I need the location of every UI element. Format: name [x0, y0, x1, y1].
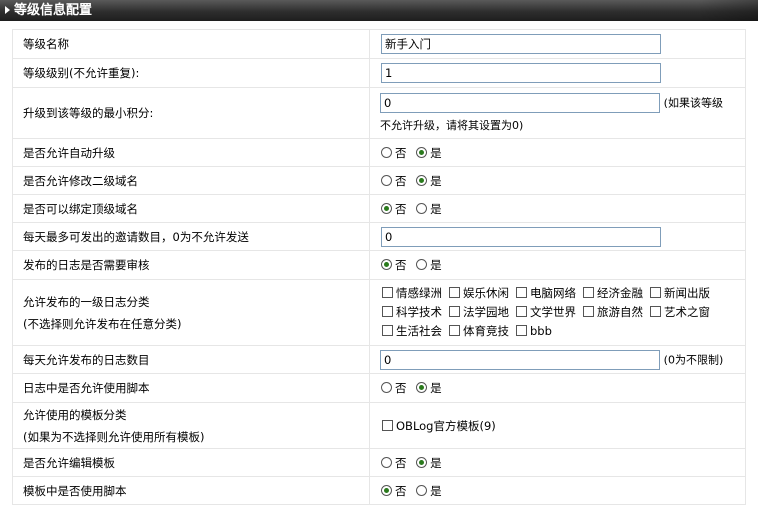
label-edit-template: 是否允许编辑模板 [12, 448, 370, 477]
log-review-no-radio[interactable]: 否 [381, 257, 407, 273]
row-log-categories: 允许发布的一级日志分类 (不选择则允许发布在任意分类) 情感绿洲 娱乐休闲 电脑网络… [12, 279, 746, 346]
daily-logs-input[interactable] [380, 349, 660, 370]
category-checkbox[interactable]: 经济金融 [583, 284, 643, 303]
modify-subdomain-no-radio[interactable]: 否 [381, 173, 407, 189]
level-name-input[interactable] [381, 34, 661, 54]
category-checkbox[interactable]: 新闻出版 [650, 284, 710, 303]
category-checkbox[interactable]: 情感绿洲 [382, 284, 442, 303]
level-grade-input[interactable] [381, 63, 661, 83]
label-templates-note: (如果为不选择则允许使用所有模板) [23, 429, 205, 444]
edit-template-no-radio[interactable]: 否 [381, 455, 407, 471]
section-title: 等级信息配置 [14, 3, 93, 18]
label-min-points: 升级到该等级的最小积分: [12, 87, 370, 139]
category-checkbox[interactable]: 体育竞技 [449, 322, 509, 341]
category-checkbox[interactable]: 电脑网络 [516, 284, 576, 303]
label-modify-subdomain: 是否允许修改二级域名 [12, 166, 370, 195]
row-edit-template: 是否允许编辑模板 否 是 [12, 448, 746, 477]
log-script-no-radio[interactable]: 否 [381, 380, 407, 396]
modify-subdomain-yes-radio[interactable]: 是 [416, 173, 442, 189]
row-template-script: 模板中是否使用脚本 否 是 [12, 476, 746, 505]
row-daily-invites: 每天最多可发出的邀请数目，0为不允许发送 [12, 222, 746, 251]
row-level-name: 等级名称 [12, 29, 746, 59]
category-checkbox[interactable]: bbb [516, 322, 552, 341]
triangle-icon [5, 5, 10, 14]
bind-domain-no-radio[interactable]: 否 [381, 201, 407, 217]
section-header: 等级信息配置 [0, 0, 758, 21]
label-auto-upgrade: 是否允许自动升级 [12, 138, 370, 167]
config-table: 等级名称 等级级别(不允许重复): 升级到该等级的最小积分: (如果该等级 不允… [12, 29, 746, 505]
category-checkbox[interactable]: 法学园地 [449, 303, 509, 322]
log-review-yes-radio[interactable]: 是 [416, 257, 442, 273]
category-checkbox[interactable]: 生活社会 [382, 322, 442, 341]
label-templates: 允许使用的模板分类 [23, 407, 127, 422]
label-bind-domain: 是否可以绑定顶级域名 [12, 194, 370, 223]
label-log-script: 日志中是否允许使用脚本 [12, 373, 370, 403]
min-points-hint-below: 不允许升级，请将其设置为0) [380, 119, 524, 132]
template-script-no-radio[interactable]: 否 [381, 483, 407, 499]
category-checkbox[interactable]: 文学世界 [516, 303, 576, 322]
auto-upgrade-yes-radio[interactable]: 是 [416, 145, 442, 161]
bind-domain-yes-radio[interactable]: 是 [416, 201, 442, 217]
row-min-points: 升级到该等级的最小积分: (如果该等级 不允许升级，请将其设置为0) [12, 87, 746, 139]
category-checkbox[interactable]: 科学技术 [382, 303, 442, 322]
label-log-categories-note: (不选择则允许发布在任意分类) [23, 316, 182, 331]
category-checkbox[interactable]: 娱乐休闲 [449, 284, 509, 303]
category-checkbox[interactable]: 艺术之窗 [650, 303, 710, 322]
label-log-categories: 允许发布的一级日志分类 [23, 294, 150, 309]
row-log-script: 日志中是否允许使用脚本 否 是 [12, 373, 746, 403]
row-auto-upgrade: 是否允许自动升级 否 是 [12, 138, 746, 167]
min-points-input[interactable] [380, 93, 660, 113]
label-level-grade: 等级级别(不允许重复): [12, 58, 370, 88]
daily-invites-input[interactable] [381, 226, 661, 247]
row-templates: 允许使用的模板分类 (如果为不选择则允许使用所有模板) OBLog官方模板(9) [12, 402, 746, 449]
edit-template-yes-radio[interactable]: 是 [416, 455, 442, 471]
log-script-yes-radio[interactable]: 是 [416, 380, 442, 396]
label-daily-invites: 每天最多可发出的邀请数目，0为不允许发送 [12, 222, 370, 251]
label-daily-logs: 每天允许发布的日志数目 [12, 345, 370, 374]
row-bind-domain: 是否可以绑定顶级域名 否 是 [12, 194, 746, 223]
min-points-hint: (如果该等级 [663, 96, 723, 110]
row-modify-subdomain: 是否允许修改二级域名 否 是 [12, 166, 746, 195]
category-checkbox[interactable]: 旅游自然 [583, 303, 643, 322]
label-log-review: 发布的日志是否需要审核 [12, 250, 370, 280]
label-level-name: 等级名称 [12, 29, 370, 59]
template-script-yes-radio[interactable]: 是 [416, 483, 442, 499]
daily-logs-hint: (0为不限制) [663, 353, 724, 366]
row-log-review: 发布的日志是否需要审核 否 是 [12, 250, 746, 280]
row-level-grade: 等级级别(不允许重复): [12, 58, 746, 88]
label-template-script: 模板中是否使用脚本 [12, 476, 370, 505]
template-checkbox[interactable]: OBLog官方模板(9) [382, 418, 496, 434]
row-daily-logs: 每天允许发布的日志数目 (0为不限制) [12, 345, 746, 374]
auto-upgrade-no-radio[interactable]: 否 [381, 145, 407, 161]
